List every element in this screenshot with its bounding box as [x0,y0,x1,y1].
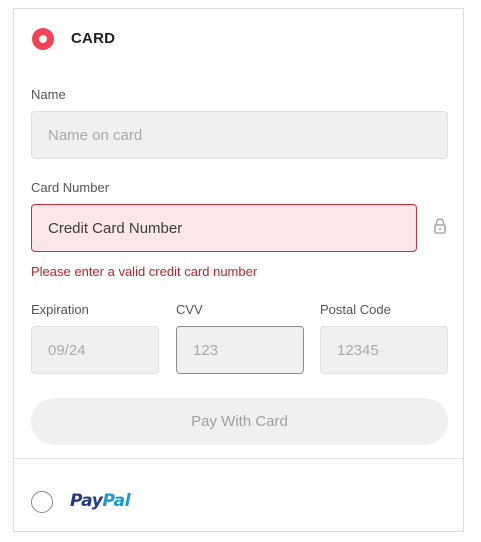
card-number-input[interactable] [31,204,417,252]
card-section-title: CARD [71,30,116,47]
cvv-input[interactable] [176,326,304,374]
cvv-label: CVV [176,302,203,317]
name-on-card-input[interactable] [31,111,448,159]
pay-with-card-button[interactable]: Pay With Card [31,398,448,445]
section-divider [14,458,463,459]
card-number-label: Card Number [31,180,110,195]
expiration-input[interactable] [31,326,159,374]
lock-icon [434,218,446,234]
paypal-radio-button[interactable] [31,491,53,513]
paypal-logo: PayPal [70,491,131,511]
card-number-error-message: Please enter a valid credit card number [31,264,258,279]
paypal-logo-pal: Pal [102,491,131,511]
card-radio-button[interactable] [32,28,54,50]
expiration-label: Expiration [31,302,89,317]
payment-method-panel: CARD Name Card Number Please enter a val… [13,8,464,532]
paypal-logo-pay: Pay [70,491,103,511]
postal-code-input[interactable] [320,326,448,374]
postal-code-label: Postal Code [320,302,391,317]
card-payment-section: CARD Name Card Number Please enter a val… [14,9,463,458]
name-label: Name [31,87,66,102]
